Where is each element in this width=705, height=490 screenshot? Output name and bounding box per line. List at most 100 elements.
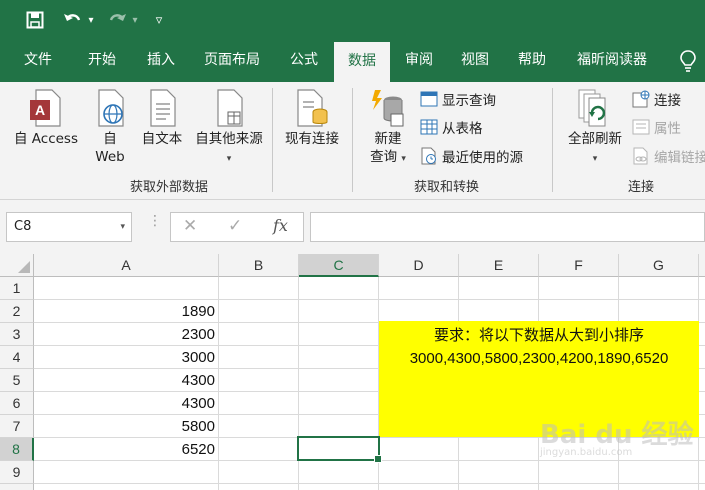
row-header-4[interactable]: 4 bbox=[0, 346, 34, 369]
tab-review[interactable]: 审阅 bbox=[392, 40, 446, 82]
tab-formulas[interactable]: 公式 bbox=[276, 40, 332, 82]
group-get-external-label: 获取外部数据 bbox=[130, 180, 209, 195]
insert-function-icon[interactable]: fx bbox=[273, 216, 288, 235]
cell-a7[interactable]: 5800 bbox=[34, 418, 215, 435]
formula-input[interactable] bbox=[310, 212, 705, 242]
new-query-icon bbox=[372, 90, 404, 127]
gridline bbox=[218, 277, 219, 490]
tab-data[interactable]: 数据 bbox=[334, 42, 390, 82]
formula-bar: C8 ▾ ⋮ ✕ ✓ fx bbox=[0, 200, 705, 254]
from-table-button[interactable]: 从表格 bbox=[420, 116, 483, 138]
from-other-sources-label: 自其他来源 bbox=[195, 131, 263, 147]
group-separator bbox=[352, 88, 353, 192]
new-query-button[interactable]: 新建 查询 ▾ bbox=[360, 88, 416, 168]
connections-button[interactable]: 连接 bbox=[632, 88, 681, 110]
customize-qat-icon[interactable]: ▿ bbox=[150, 8, 168, 32]
column-header-c[interactable]: C bbox=[299, 254, 379, 277]
watermark-line-1: Bai du 经验 bbox=[540, 420, 694, 450]
access-icon: A bbox=[30, 89, 61, 127]
from-other-sources-button[interactable]: 自其他来源 ▾ bbox=[190, 88, 268, 168]
existing-connections-label: 现有连接 bbox=[285, 131, 339, 147]
lightbulb-icon[interactable] bbox=[674, 40, 702, 82]
recent-sources-button[interactable]: 最近使用的源 bbox=[420, 145, 523, 167]
group-connections-label: 连接 bbox=[628, 180, 655, 195]
ribbon-tabs: 文件 开始 插入 页面布局 公式 数据 审阅 视图 帮助 福昕阅读器 bbox=[0, 40, 705, 82]
existing-connections-button[interactable]: 现有连接 bbox=[278, 88, 346, 148]
column-header-h[interactable] bbox=[699, 254, 705, 277]
connections-label: 连接 bbox=[654, 93, 681, 109]
tab-foxit-reader[interactable]: 福昕阅读器 bbox=[564, 40, 660, 82]
show-queries-label: 显示查询 bbox=[442, 93, 496, 109]
edit-links-icon bbox=[633, 147, 648, 165]
baidu-jingyan-watermark: Bai du 经验 jingyan.baidu.com bbox=[540, 414, 694, 458]
row-header-5[interactable]: 5 bbox=[0, 369, 34, 392]
chevron-down-icon[interactable]: ▾ bbox=[120, 213, 125, 241]
existing-connections-icon bbox=[297, 89, 328, 127]
new-query-label-1: 新建 bbox=[374, 131, 402, 147]
worksheet-grid: A B C D E F G 1 2 3 4 5 6 7 8 9 1890 230… bbox=[0, 254, 705, 490]
save-icon[interactable] bbox=[22, 8, 48, 32]
cell-a8[interactable]: 6520 bbox=[34, 441, 215, 458]
edit-links-button[interactable]: 编辑链接 bbox=[632, 145, 705, 167]
column-header-g[interactable]: G bbox=[619, 254, 699, 277]
other-sources-icon bbox=[217, 89, 243, 127]
undo-icon[interactable] bbox=[60, 8, 86, 32]
cell-a3[interactable]: 2300 bbox=[34, 326, 215, 343]
tab-view[interactable]: 视图 bbox=[448, 40, 502, 82]
tab-home[interactable]: 开始 bbox=[74, 40, 130, 82]
formula-buttons: ✕ ✓ fx bbox=[170, 212, 304, 242]
tab-help[interactable]: 帮助 bbox=[504, 40, 560, 82]
cell-a4[interactable]: 3000 bbox=[34, 349, 215, 366]
cell-a5[interactable]: 4300 bbox=[34, 372, 215, 389]
cell-a2[interactable]: 1890 bbox=[34, 303, 215, 320]
ribbon-data: A 自 Access 自 Web 自文本 自其他来源 ▾ 获取外部数据 现有连接… bbox=[0, 82, 705, 200]
row-header-9[interactable]: 9 bbox=[0, 461, 34, 484]
select-all-button[interactable] bbox=[0, 254, 34, 277]
chevron-down-icon: ▾ bbox=[592, 154, 598, 164]
from-access-button[interactable]: A 自 Access bbox=[8, 88, 84, 148]
text-file-icon bbox=[150, 89, 176, 127]
group-get-transform-label: 获取和转换 bbox=[414, 180, 480, 195]
properties-button[interactable]: 属性 bbox=[632, 116, 681, 138]
row-header-2[interactable]: 2 bbox=[0, 300, 34, 323]
column-header-b[interactable]: B bbox=[219, 254, 299, 277]
show-queries-icon bbox=[420, 91, 438, 107]
active-cell-c8[interactable] bbox=[297, 436, 382, 463]
column-header-e[interactable]: E bbox=[459, 254, 539, 277]
properties-label: 属性 bbox=[654, 121, 681, 137]
column-header-f[interactable]: F bbox=[539, 254, 619, 277]
refresh-all-icon bbox=[578, 89, 606, 127]
gridline bbox=[34, 299, 705, 300]
from-web-label-1: 自 bbox=[103, 131, 117, 147]
row-header-1[interactable]: 1 bbox=[0, 277, 34, 300]
from-text-label: 自文本 bbox=[141, 131, 183, 147]
enter-icon[interactable]: ✓ bbox=[228, 216, 242, 236]
tab-insert[interactable]: 插入 bbox=[134, 40, 188, 82]
recent-sources-icon bbox=[421, 147, 436, 165]
name-box-value: C8 bbox=[14, 219, 32, 234]
from-table-label: 从表格 bbox=[442, 121, 483, 137]
tab-file[interactable]: 文件 bbox=[8, 40, 68, 82]
row-header-6[interactable]: 6 bbox=[0, 392, 34, 415]
redo-icon[interactable] bbox=[104, 8, 130, 32]
requirement-note-line-1: 要求：将以下数据从大到小排序 bbox=[433, 327, 644, 344]
undo-dropdown[interactable]: ▾ bbox=[86, 8, 96, 32]
row-header-3[interactable]: 3 bbox=[0, 323, 34, 346]
edit-links-label: 编辑链接 bbox=[654, 150, 705, 166]
formula-bar-resize-handle[interactable]: ⋮ bbox=[148, 214, 162, 228]
from-web-button[interactable]: 自 Web bbox=[90, 88, 130, 166]
row-header-10[interactable] bbox=[0, 484, 34, 490]
cell-a6[interactable]: 4300 bbox=[34, 395, 215, 412]
row-header-7[interactable]: 7 bbox=[0, 415, 34, 438]
tab-page-layout[interactable]: 页面布局 bbox=[192, 40, 272, 82]
refresh-all-button[interactable]: 全部刷新 ▾ bbox=[562, 88, 628, 168]
cancel-icon[interactable]: ✕ bbox=[183, 216, 197, 236]
from-text-button[interactable]: 自文本 bbox=[138, 88, 186, 148]
show-queries-button[interactable]: 显示查询 bbox=[420, 88, 496, 110]
svg-text:A: A bbox=[35, 102, 45, 118]
name-box[interactable]: C8 ▾ bbox=[6, 212, 132, 242]
row-header-8[interactable]: 8 bbox=[0, 438, 34, 461]
column-header-d[interactable]: D bbox=[379, 254, 459, 277]
redo-dropdown[interactable]: ▾ bbox=[130, 8, 140, 32]
column-header-a[interactable]: A bbox=[34, 254, 219, 277]
